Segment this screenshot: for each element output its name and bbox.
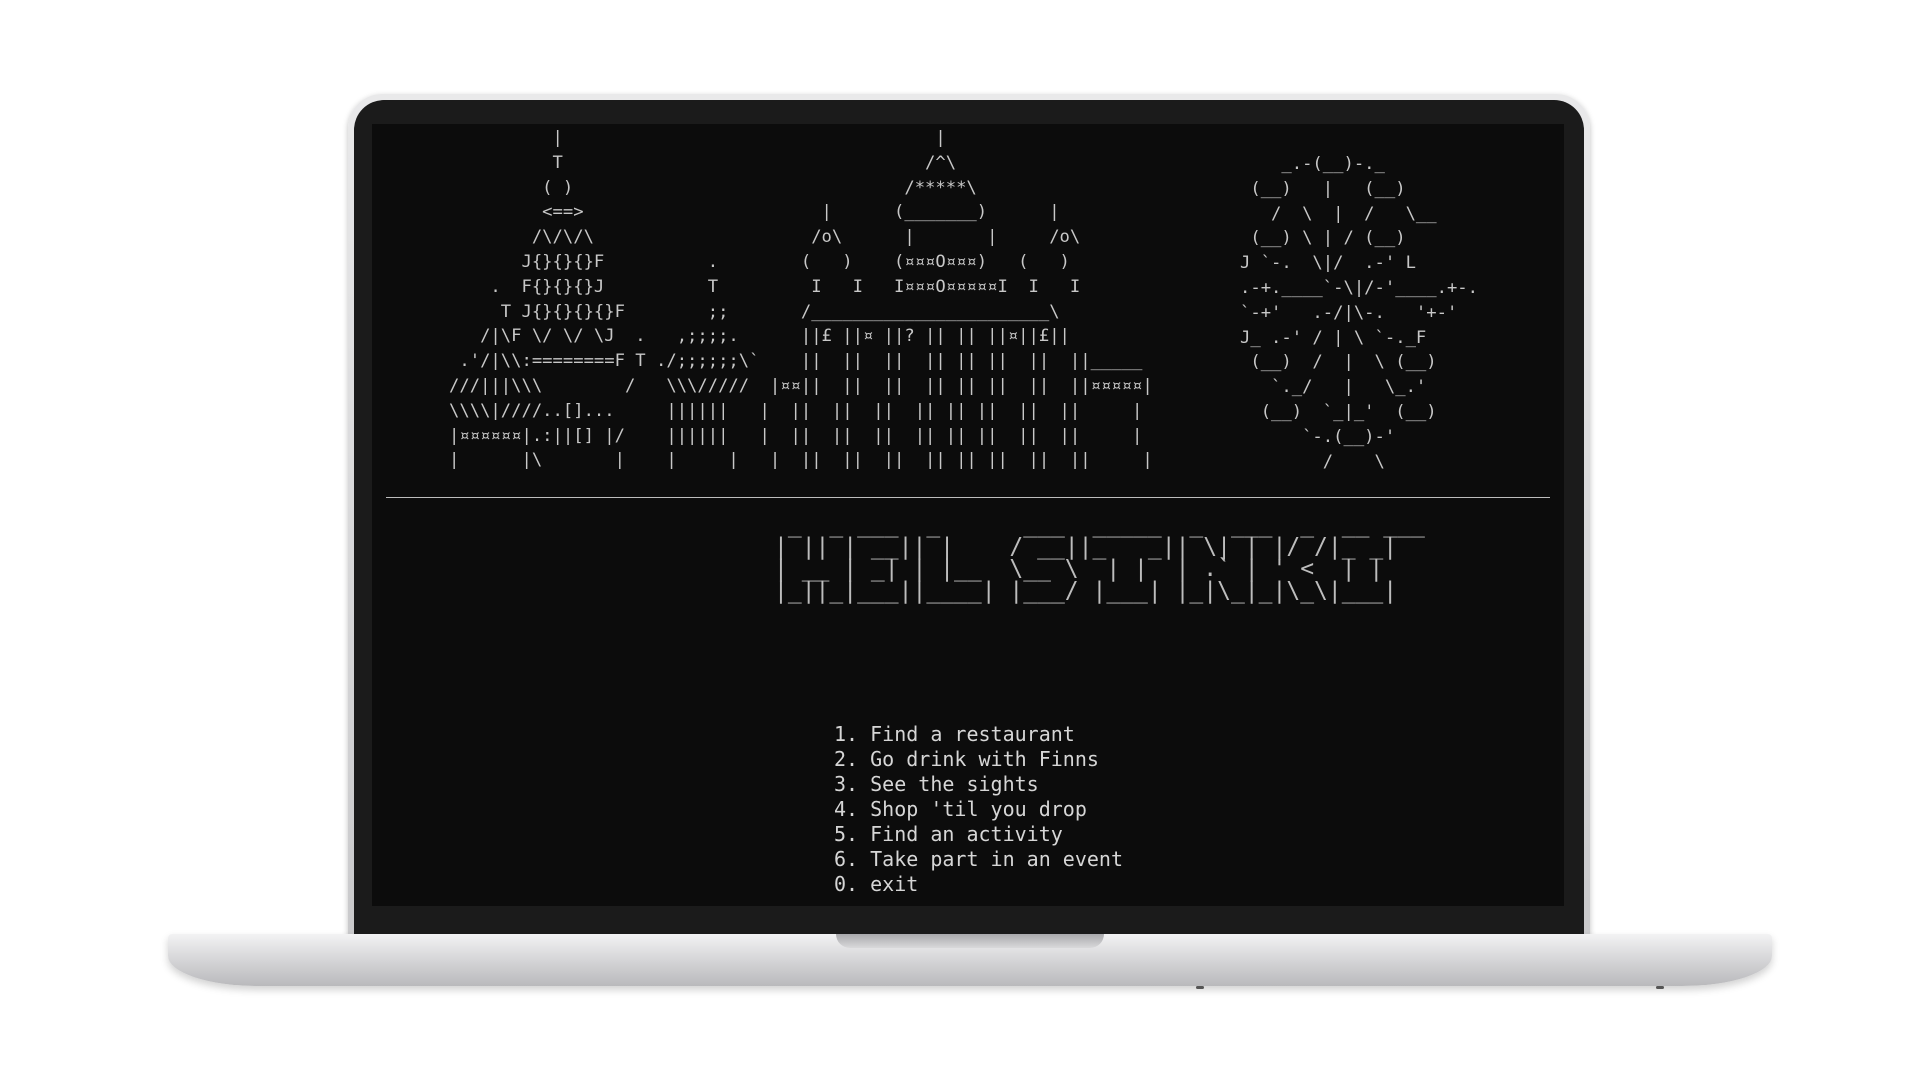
terminal-window[interactable]: | | T /^\ ( ) /*****\ <==> | (_______) |… [372,124,1564,906]
helsinki-skyline-art: | | T /^\ ( ) /*****\ <==> | (_______) |… [449,128,1153,471]
laptop-scene: | | T /^\ ( ) /*****\ <==> | (_______) |… [0,0,1920,1080]
laptop-foot [1196,986,1204,989]
menu-item-exit[interactable]: 0. exit [834,872,1123,897]
helsinki-title-art: _ _ ___ _ ___ _____ _ ___ _ __ ___ | || … [774,512,1425,604]
menu-item-drink-with-finns[interactable]: 2. Go drink with Finns [834,747,1123,772]
menu-item-see-sights[interactable]: 3. See the sights [834,772,1123,797]
menu-item-shop[interactable]: 4. Shop 'til you drop [834,797,1123,822]
menu-item-find-activity[interactable]: 5. Find an activity [834,822,1123,847]
main-menu: 1. Find a restaurant 2. Go drink with Fi… [834,722,1123,897]
skyline-divider [386,497,1550,498]
menu-item-take-part-event[interactable]: 6. Take part in an event [834,847,1123,872]
laptop-opening-notch [836,934,1104,948]
ferris-wheel-art: _.-(__)-._ (__) | (__) / \ | / \__ (__) … [1240,154,1478,472]
menu-item-find-restaurant[interactable]: 1. Find a restaurant [834,722,1123,747]
laptop-foot [1656,986,1664,989]
